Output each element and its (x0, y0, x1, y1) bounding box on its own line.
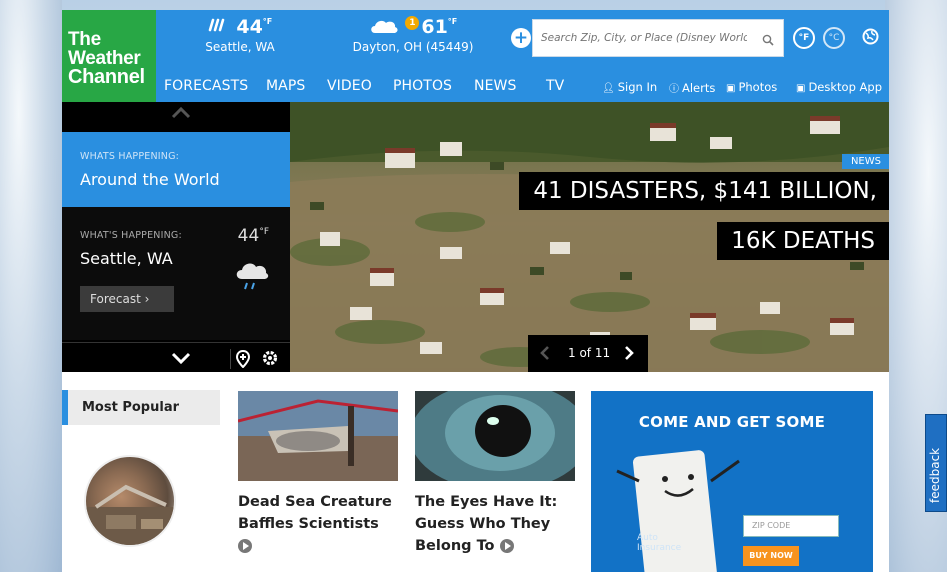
search-input[interactable] (533, 20, 755, 56)
logo-line-3: Channel (68, 66, 145, 88)
page: The Weather Channel 44°F Seattle, WA 1 61… (62, 10, 889, 572)
local-city: Seattle, WA (80, 249, 173, 268)
whats-happening-panel: WHATS HAPPENING: Around the World WHAT'S… (62, 102, 298, 372)
fahrenheit-toggle[interactable]: °F (793, 27, 815, 49)
alert-icon: ⓘ (669, 84, 679, 95)
main-nav: FORECASTS MAPS VIDEO PHOTOS NEWS TV 👤︎ Si… (156, 70, 889, 102)
advertisement[interactable]: COME AND GET SOME Auto Insurance ZIP CODE… (591, 391, 873, 572)
story-thumbnail[interactable] (238, 391, 398, 481)
logo-line-1: The (68, 29, 101, 50)
weather-dayton[interactable]: 1 61°F Dayton, OH (45449) (344, 16, 482, 54)
search-box[interactable] (532, 19, 784, 57)
dayton-unit: °F (447, 17, 458, 26)
celsius-toggle[interactable]: °C (823, 27, 845, 49)
nav-news[interactable]: NEWS (474, 78, 516, 94)
local-temp: 44°F (237, 226, 269, 246)
weather-seattle[interactable]: 44°F Seattle, WA (200, 16, 280, 54)
most-popular-label: Most Popular (82, 400, 180, 415)
whats-happening-local[interactable]: WHAT'S HAPPENING: Seattle, WA 44°F Forec… (62, 207, 290, 340)
play-icon[interactable] (499, 539, 514, 553)
world-title: Around the World (80, 170, 220, 189)
dayton-temp: 61 (421, 16, 448, 38)
sign-in-link[interactable]: 👤︎ Sign In (602, 80, 657, 94)
photo-icon: ▣ (726, 83, 736, 94)
seattle-temp: 44 (236, 16, 263, 38)
world-kicker: WHATS HAPPENING: (80, 151, 180, 162)
site-logo[interactable]: The Weather Channel (62, 10, 156, 102)
nav-maps[interactable]: MAPS (266, 78, 305, 94)
story-card[interactable]: The Eyes Have It: Guess Who They Belong … (415, 391, 575, 557)
story-card[interactable]: Dead Sea Creature Baffles Scientists (238, 391, 398, 557)
rain-icon (208, 16, 237, 38)
story-title[interactable]: Dead Sea Creature Baffles Scientists (238, 491, 398, 557)
most-popular-heading: Most Popular (62, 390, 220, 425)
desktop-app-label: Desktop App (808, 80, 883, 94)
feedback-label: feedback (928, 447, 942, 503)
story-title[interactable]: The Eyes Have It: Guess Who They Belong … (415, 491, 575, 557)
photos-label: Photos (738, 80, 778, 94)
panel-footer (62, 342, 290, 372)
sign-in-label: Sign In (617, 80, 658, 94)
chevron-up-icon[interactable] (170, 104, 192, 123)
ad-tagline: Auto Insurance (637, 533, 682, 553)
buy-now-button[interactable]: BUY NOW (743, 546, 799, 566)
cloud-icon (369, 16, 406, 38)
chevron-right-icon[interactable] (624, 345, 634, 365)
local-kicker: WHAT'S HAPPENING: (80, 230, 182, 241)
divider (230, 349, 231, 369)
alert-badge[interactable]: 1 (405, 16, 420, 30)
hero: WHATS HAPPENING: Around the World WHAT'S… (62, 102, 889, 372)
search-icon[interactable] (762, 31, 774, 50)
desktop-app-link[interactable]: ▣ Desktop App (796, 80, 882, 94)
alerts-link[interactable]: ⓘ Alerts (669, 80, 715, 95)
whats-happening-world[interactable]: WHATS HAPPENING: Around the World (62, 132, 298, 207)
globe-icon[interactable] (862, 28, 879, 49)
zip-code-input[interactable]: ZIP CODE (743, 515, 839, 537)
chevron-down-icon[interactable] (170, 351, 192, 370)
rain-cloud-icon (233, 259, 269, 297)
chevron-left-icon[interactable] (540, 345, 550, 365)
headline-line-2[interactable]: 16K DEATHS (717, 222, 889, 260)
header: The Weather Channel 44°F Seattle, WA 1 61… (62, 10, 889, 102)
background-clouds-left (0, 0, 62, 572)
most-popular-thumbnail[interactable] (84, 455, 176, 547)
alerts-label: Alerts (682, 81, 716, 95)
forecast-button[interactable]: Forecast › (80, 286, 174, 312)
nav-video[interactable]: VIDEO (327, 78, 372, 94)
nav-tv[interactable]: TV (546, 78, 564, 94)
location-pin-icon[interactable] (235, 349, 251, 372)
hero-flood-photo[interactable]: NEWS 41 DISASTERS, $141 BILLION, 16K DEA… (290, 102, 889, 372)
dayton-city: Dayton, OH (45449) (352, 40, 474, 54)
seattle-unit: °F (262, 17, 273, 26)
gear-icon[interactable] (261, 349, 279, 371)
add-location-icon[interactable]: + (511, 28, 531, 48)
nav-forecasts[interactable]: FORECASTS (164, 78, 248, 94)
story-thumbnail[interactable] (415, 391, 575, 481)
news-tag: NEWS (841, 154, 889, 169)
headline-line-1[interactable]: 41 DISASTERS, $141 BILLION, (519, 172, 889, 210)
photos-link[interactable]: ▣ Photos (726, 80, 777, 94)
ad-headline: COME AND GET SOME (638, 413, 826, 431)
slide-count: 1 of 11 (568, 346, 611, 360)
feedback-tab[interactable]: feedback (925, 414, 947, 512)
user-icon: 👤︎ (602, 83, 615, 94)
desktop-icon: ▣ (796, 83, 806, 94)
nav-photos[interactable]: PHOTOS (393, 78, 452, 94)
slide-pager: 1 of 11 (528, 335, 648, 372)
play-icon[interactable] (238, 539, 252, 553)
seattle-city: Seattle, WA (205, 40, 275, 54)
